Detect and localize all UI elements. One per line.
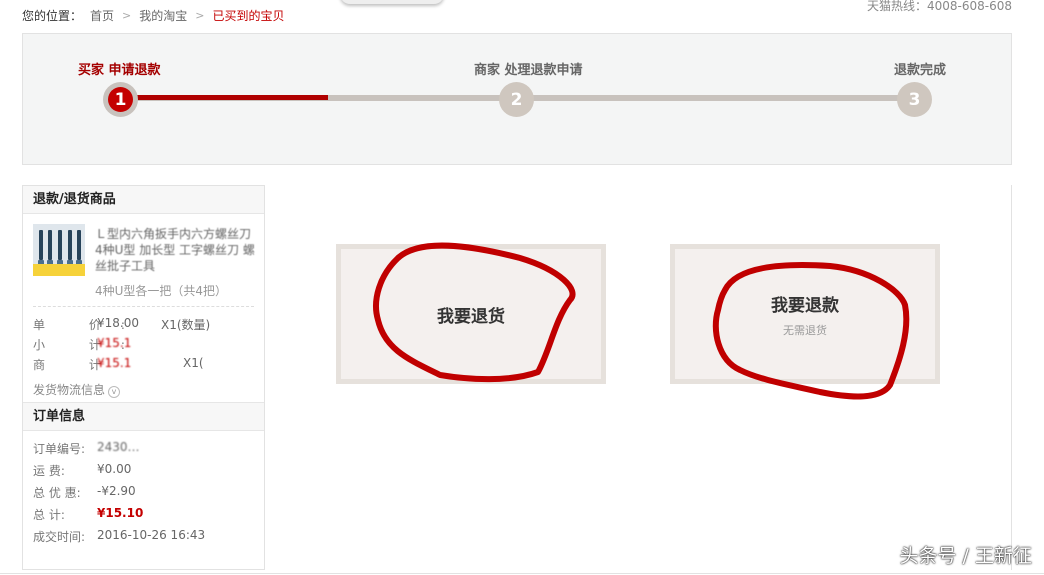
logistics-label: 发货物流信息 <box>33 383 106 397</box>
refund-only-title: 我要退款 <box>771 295 839 316</box>
breadcrumb-home-link[interactable]: 首页 <box>90 7 114 24</box>
hotline-text: 天猫热线：4008-608-608 <box>866 0 1012 13</box>
step-3-label: 退款完成 <box>894 63 947 78</box>
step-2-dot: 2 <box>499 82 534 117</box>
deal-time-row: 成交时间: 2016-10-26 16:43 <box>23 525 264 547</box>
product-thumbnail[interactable] <box>33 224 85 276</box>
order-number-label: 订单编号: <box>33 442 86 456</box>
refund-goods-heading: 退款/退货商品 <box>23 186 264 214</box>
watermark-text: 头条号 / 王新征 <box>899 545 1032 567</box>
order-info-heading: 订单信息 <box>23 403 264 431</box>
goods-total-value: ¥15.1 <box>97 356 132 370</box>
goods-total-row: 商 计 ¥15.1 X1( <box>23 353 264 373</box>
refund-steps: 买家 申请退款 商家 处理退款申请 退款完成 1 2 3 <box>22 33 1012 165</box>
order-summary-panel: 退款/退货商品 Ｌ型内六角扳手内六方螺丝刀 4种U型 加长型 工字螺丝刀 螺丝批… <box>22 185 265 570</box>
product-name-link[interactable]: Ｌ型内六角扳手内六方螺丝刀 4种U型 加长型 工字螺丝刀 螺丝批子工具 <box>95 226 255 274</box>
quantity-value: X1(数量) <box>161 318 211 332</box>
goods-qty: X1( <box>183 356 204 370</box>
product-spec: 4种U型各一把（共4把） <box>95 284 228 298</box>
step-3-dot: 3 <box>897 82 932 117</box>
total-row: 总 计: ¥15.10 <box>23 503 264 525</box>
discount-row: 总 优 惠: -¥2.90 <box>23 481 264 503</box>
return-goods-title: 我要退货 <box>437 306 505 327</box>
total-label: 总 计: <box>33 508 65 522</box>
subtotal-value: ¥15.1 <box>97 336 132 350</box>
order-number-value: 2430… <box>97 440 140 454</box>
bottom-divider <box>0 573 1044 574</box>
return-goods-button[interactable]: 我要退货 <box>336 244 606 384</box>
breadcrumb: 您的位置： 首页 > 我的淘宝 > 已买到的宝贝 <box>22 7 285 24</box>
shipping-row: 运 费: ¥0.00 <box>23 459 264 481</box>
header-tab-remnant <box>340 0 444 4</box>
chevron-right-icon: > <box>195 9 205 22</box>
refund-only-subtitle: 无需退货 <box>783 323 827 337</box>
discount-label: 总 优 惠: <box>33 486 81 500</box>
total-value: ¥15.10 <box>97 506 144 520</box>
deal-time-value: 2016-10-26 16:43 <box>97 528 206 542</box>
refund-only-button[interactable]: 我要退款 无需退货 <box>670 244 940 384</box>
discount-value: -¥2.90 <box>97 484 136 498</box>
step-1-dot: 1 <box>103 82 138 117</box>
breadcrumb-current: 已买到的宝贝 <box>212 9 285 23</box>
deal-time-label: 成交时间: <box>33 530 86 544</box>
step-1-label: 买家 申请退款 <box>78 63 161 78</box>
progress-fill <box>121 95 328 100</box>
subtotal-row: 小 计: ¥15.1 <box>23 333 264 353</box>
chevron-right-icon: > <box>122 9 132 22</box>
shipping-value: ¥0.00 <box>97 462 132 476</box>
logistics-info-link[interactable]: 发货物流信息 v <box>23 373 264 403</box>
breadcrumb-prefix: 您的位置： <box>22 9 83 23</box>
unit-price-row: 单 价: ¥18.00 X1(数量) <box>23 313 264 333</box>
step-2-label: 商家 处理退款申请 <box>474 63 583 78</box>
shipping-label: 运 费: <box>33 464 65 478</box>
breadcrumb-my-taobao-link[interactable]: 我的淘宝 <box>139 7 187 24</box>
top-bar: 您的位置： 首页 > 我的淘宝 > 已买到的宝贝 天猫热线：4008-608-6… <box>0 0 1044 30</box>
unit-price-value: ¥18.00 <box>97 316 139 330</box>
page: 您的位置： 首页 > 我的淘宝 > 已买到的宝贝 天猫热线：4008-608-6… <box>0 0 1044 575</box>
chevron-down-icon: v <box>108 386 121 398</box>
step-1-number: 1 <box>108 87 133 112</box>
product-item: Ｌ型内六角扳手内六方螺丝刀 4种U型 加长型 工字螺丝刀 螺丝批子工具 4种U型… <box>23 214 264 306</box>
content-border <box>1011 185 1012 570</box>
order-number-row: 订单编号: 2430… <box>23 437 264 459</box>
